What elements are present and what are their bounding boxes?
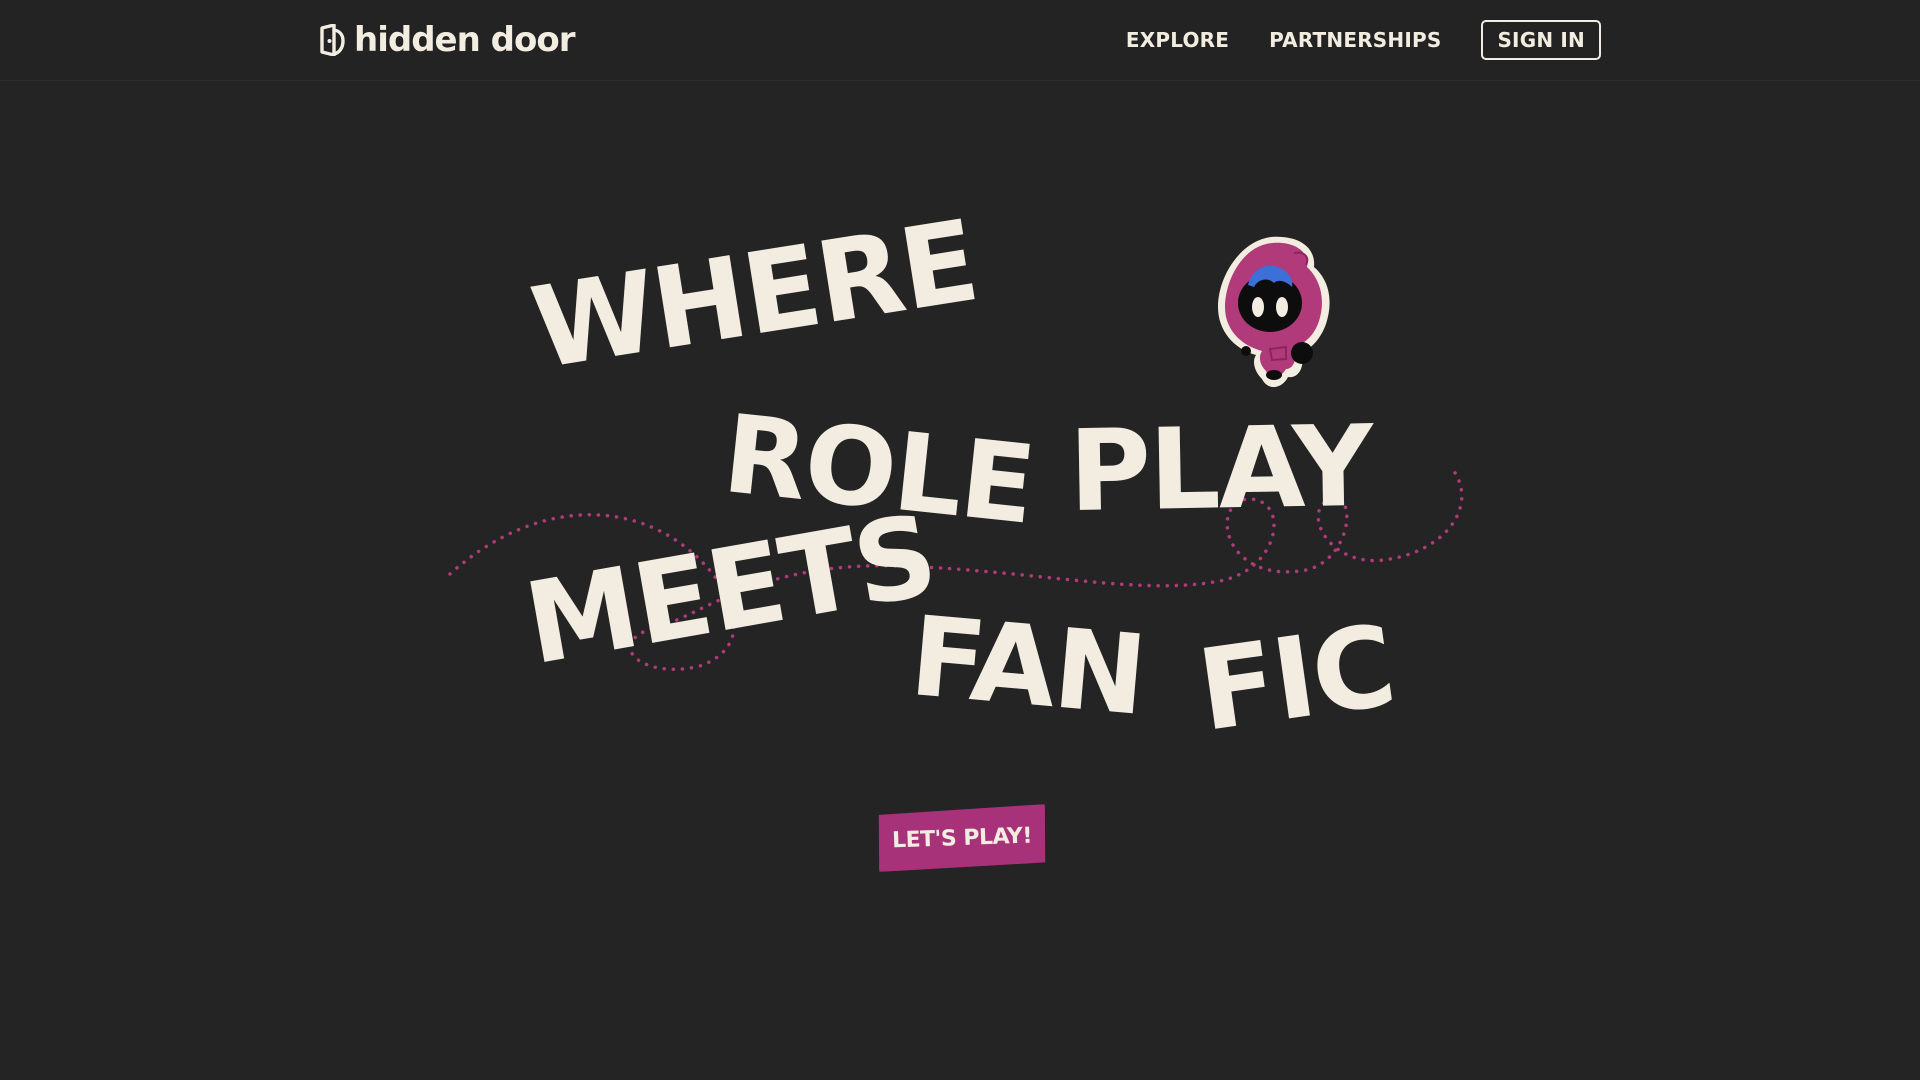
site-header: hidden door EXPLORE PARTNERSHIPS SIGN IN bbox=[0, 0, 1920, 81]
headline-where: WHERE bbox=[523, 196, 985, 395]
logo-text: hidden door bbox=[354, 20, 575, 60]
headline-meets: MEETS bbox=[516, 490, 945, 691]
headline-fan: FAN bbox=[905, 592, 1150, 740]
lets-play-button[interactable]: LET'S PLAY! bbox=[877, 804, 1047, 872]
logo-link[interactable]: hidden door bbox=[318, 18, 575, 62]
nav-partnerships-link[interactable]: PARTNERSHIPS bbox=[1269, 28, 1441, 52]
main-nav: EXPLORE PARTNERSHIPS SIGN IN bbox=[1126, 20, 1601, 60]
headline-play: PLAY bbox=[1067, 401, 1373, 537]
hero-section: WHERE ROLE PLAY MEETS FAN FIC LET'S PLAY… bbox=[0, 81, 1920, 1080]
door-logo-icon bbox=[320, 24, 345, 56]
headline-fic: FIC bbox=[1190, 601, 1402, 757]
sign-in-button[interactable]: SIGN IN bbox=[1481, 20, 1601, 60]
nav-explore-link[interactable]: EXPLORE bbox=[1126, 28, 1229, 52]
hooded-mascot bbox=[1218, 236, 1330, 388]
